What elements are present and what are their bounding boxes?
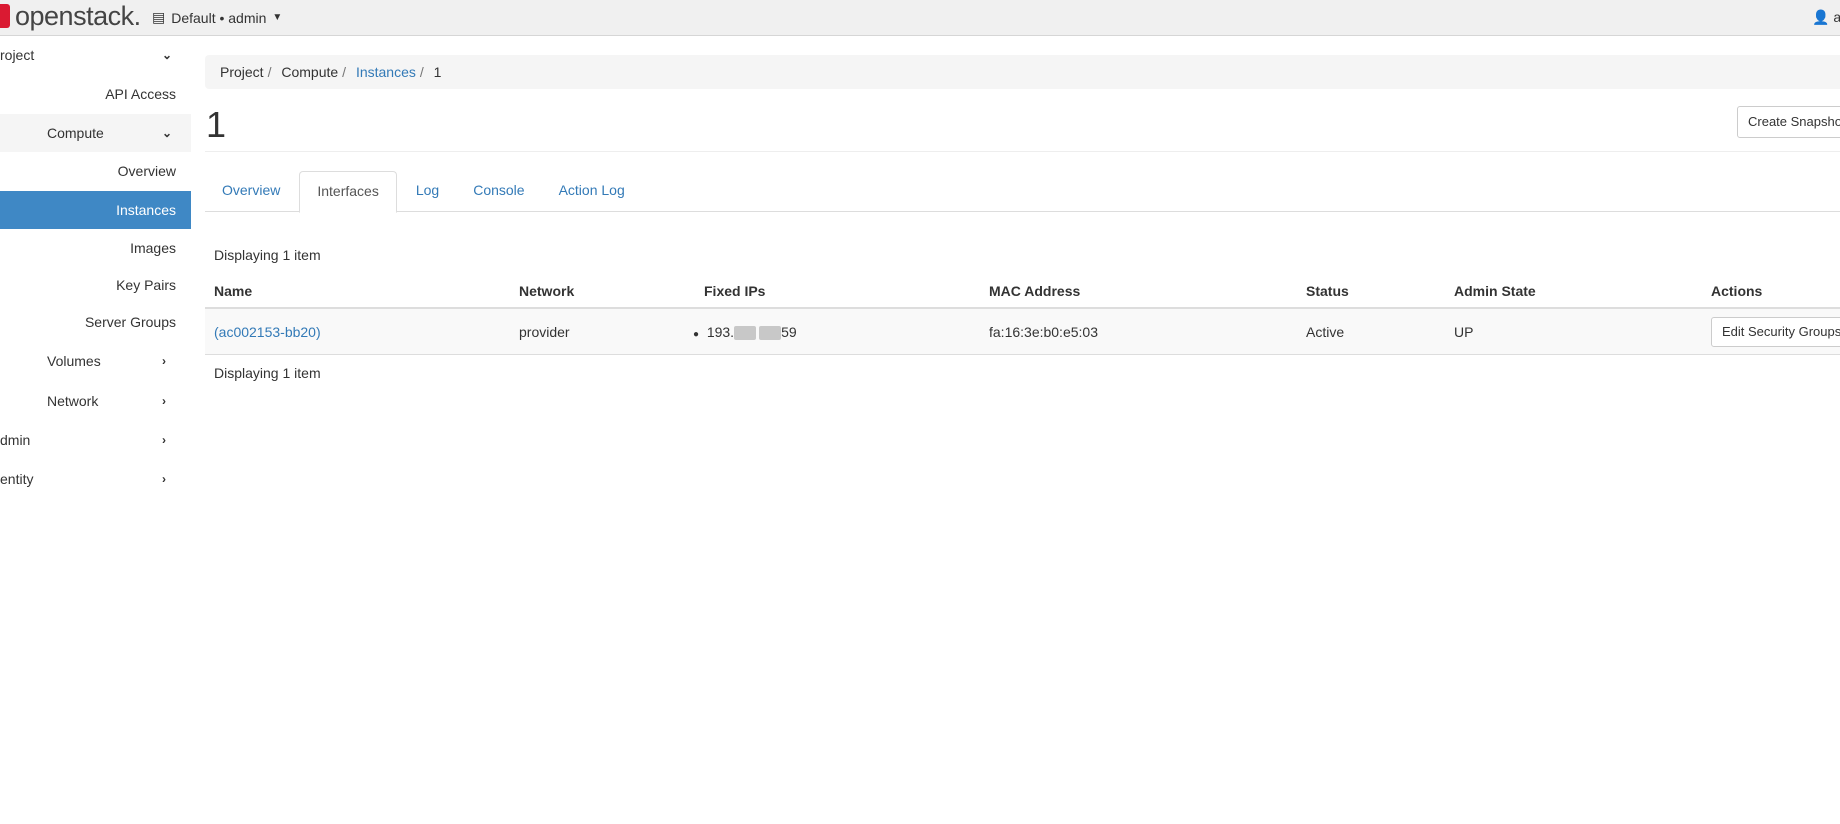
status-cell: Active [1306, 324, 1345, 340]
page-title: 1 [206, 104, 227, 145]
sidebar-volumes[interactable]: Volumes › [0, 342, 191, 380]
tab-overview[interactable]: Overview [205, 171, 297, 212]
network-cell: provider [519, 324, 570, 340]
sidebar-admin[interactable]: dmin › [0, 421, 191, 459]
table-row: (ac002153-bb20) provider ● 193. 59 fa:16:… [205, 309, 1840, 355]
sidebar-item-overview[interactable]: Overview [0, 152, 191, 190]
table-footer: Displaying 1 item [214, 365, 321, 381]
sidebar-network[interactable]: Network › [0, 382, 191, 420]
tab-log[interactable]: Log [399, 171, 456, 212]
chevron-right-icon: › [162, 394, 166, 408]
chevron-down-icon: ⌄ [162, 126, 173, 140]
breadcrumb-instances-link[interactable]: Instances [356, 64, 416, 80]
redacted-block [734, 326, 757, 341]
table-header: Name Network Fixed IPs MAC Address Statu… [205, 273, 1840, 309]
chevron-right-icon: › [162, 472, 166, 486]
chevron-right-icon: › [162, 433, 166, 447]
sidebar-item-images[interactable]: Images [0, 229, 191, 267]
edit-security-groups-button[interactable]: Edit Security Groups [1711, 317, 1840, 347]
sidebar-identity[interactable]: entity › [0, 460, 191, 498]
sidebar-project[interactable]: roject ⌄ [0, 36, 191, 74]
col-actions: Actions [1711, 283, 1763, 299]
openstack-logo[interactable]: openstack. [0, 3, 141, 30]
admin-state-cell: UP [1454, 324, 1474, 340]
breadcrumb-current: 1 [433, 64, 442, 80]
redacted-block [759, 326, 782, 341]
chevron-down-icon: ⌄ [162, 48, 173, 62]
col-mac: MAC Address [989, 283, 1081, 299]
caret-down-icon: ▼ [272, 12, 283, 23]
col-status: Status [1306, 283, 1349, 299]
sidebar-compute[interactable]: Compute ⌄ [0, 114, 191, 152]
logo-mark-icon [0, 4, 10, 28]
mac-cell: fa:16:3e:b0:e5:03 [989, 324, 1098, 340]
col-name: Name [214, 283, 253, 299]
user-icon: 👤 [1812, 9, 1830, 25]
project-icon: ▤ [152, 9, 166, 25]
instance-tabs: Overview Interfaces Log Console Action L… [205, 171, 1840, 213]
top-navbar: openstack. ▤Default • admin▼ 👤 ac [0, 0, 1840, 36]
breadcrumb-compute: Compute [281, 64, 339, 80]
chevron-right-icon: › [162, 354, 166, 368]
col-fixed-ips: Fixed IPs [704, 283, 766, 299]
interface-name-link[interactable]: (ac002153-bb20) [214, 324, 321, 340]
fixed-ip-cell: ● 193. 59 [693, 324, 797, 341]
create-snapshot-button[interactable]: Create Snapshot [1737, 106, 1840, 138]
col-network: Network [519, 283, 575, 299]
breadcrumb-project: Project [220, 64, 264, 80]
sidebar-item-instances[interactable]: Instances [0, 191, 191, 229]
user-menu[interactable]: 👤 ac [1812, 9, 1840, 26]
tab-interfaces[interactable]: Interfaces [299, 171, 397, 213]
table-caption: Displaying 1 item [214, 247, 321, 263]
divider [205, 151, 1840, 152]
project-selector[interactable]: ▤ Default • admin ▼ [152, 9, 282, 26]
tab-console[interactable]: Console [456, 171, 541, 212]
tab-action-log[interactable]: Action Log [542, 171, 642, 212]
col-admin-state: Admin State [1454, 283, 1536, 299]
sidebar-item-key-pairs[interactable]: Key Pairs [0, 266, 191, 304]
sidebar-item-api-access[interactable]: API Access [0, 75, 191, 113]
sidebar-item-server-groups[interactable]: Server Groups [0, 303, 191, 341]
breadcrumb: Project / Compute / Instances/ 1 [205, 55, 1840, 89]
